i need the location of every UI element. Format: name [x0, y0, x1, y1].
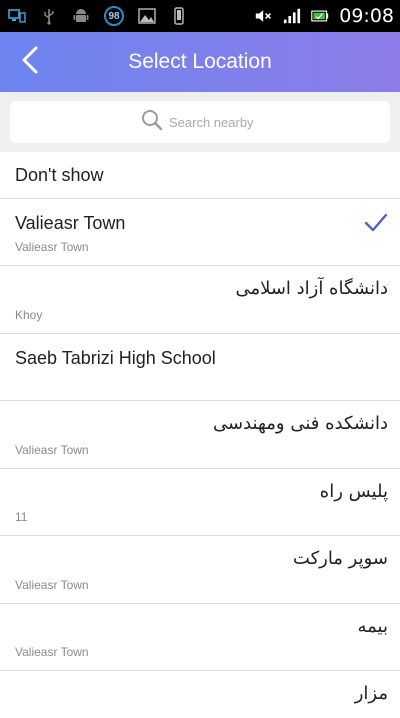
battery-icon [311, 7, 329, 25]
app-bar: Select Location [0, 32, 400, 92]
page-title: Select Location [128, 50, 272, 73]
list-item-subtitle: Valieasr Town [15, 645, 89, 659]
notification-badge-icon: 98 [104, 6, 124, 26]
list-item-engineering-faculty[interactable]: دانشکده فنی ومهندسی Valieasr Town [0, 401, 400, 469]
list-item-insurance[interactable]: بیمه Valieasr Town [0, 604, 400, 671]
list-item-title: Valieasr Town [15, 213, 126, 233]
list-item-title: دانشگاه آزاد اسلامی [235, 278, 388, 299]
checkmark-icon [364, 213, 388, 233]
signal-icon [283, 7, 301, 25]
list-item-title: دانشکده فنی ومهندسی [213, 413, 388, 434]
list-item-title: Saeb Tabrizi High School [15, 348, 216, 368]
list-item-title: مزار [354, 683, 388, 704]
chevron-left-icon [20, 45, 40, 80]
list-item-highway-police[interactable]: پلیس راه 11 [0, 469, 400, 536]
status-bar-system: 09:08 [255, 4, 394, 28]
list-item-title: Don't show [15, 165, 104, 185]
list-item-dont-show[interactable]: Don't show [0, 152, 400, 199]
phone-icon [170, 7, 188, 25]
status-bar: 98 09:08 [0, 0, 400, 32]
list-item-title: بیمه [357, 616, 389, 637]
status-bar-notifications: 98 [8, 4, 188, 28]
list-item-subtitle: Valieasr Town [15, 578, 89, 592]
search-bar [0, 92, 400, 152]
list-item-subtitle: Valieasr Town [15, 443, 89, 457]
list-item-title: سوپر مارکت [292, 548, 388, 569]
status-time: 09:08 [339, 5, 394, 27]
list-item-valieasr-town[interactable]: Valieasr Town Valieasr Town [0, 199, 400, 266]
list-item-azad-university[interactable]: دانشگاه آزاد اسلامی Khoy [0, 266, 400, 334]
mute-icon [255, 7, 273, 25]
list-item-shrine[interactable]: مزار [0, 671, 400, 718]
usb-icon [40, 7, 58, 25]
search-box[interactable] [10, 101, 390, 143]
search-input[interactable] [169, 114, 259, 130]
back-button[interactable] [12, 44, 48, 80]
list-item-supermarket[interactable]: سوپر مارکت Valieasr Town [0, 536, 400, 604]
list-item-subtitle: Khoy [15, 308, 43, 322]
monitor-phone-icon [8, 7, 26, 25]
search-icon [141, 109, 163, 136]
android-icon [72, 7, 90, 25]
list-item-title: پلیس راه [319, 481, 388, 502]
location-list: Don't show Valieasr Town Valieasr Town د… [0, 152, 400, 718]
list-item-saeb-tabrizi-high-school[interactable]: Saeb Tabrizi High School [0, 334, 400, 401]
list-item-subtitle: 11 [15, 510, 28, 524]
image-icon [138, 7, 156, 25]
list-item-subtitle: Valieasr Town [15, 240, 89, 254]
